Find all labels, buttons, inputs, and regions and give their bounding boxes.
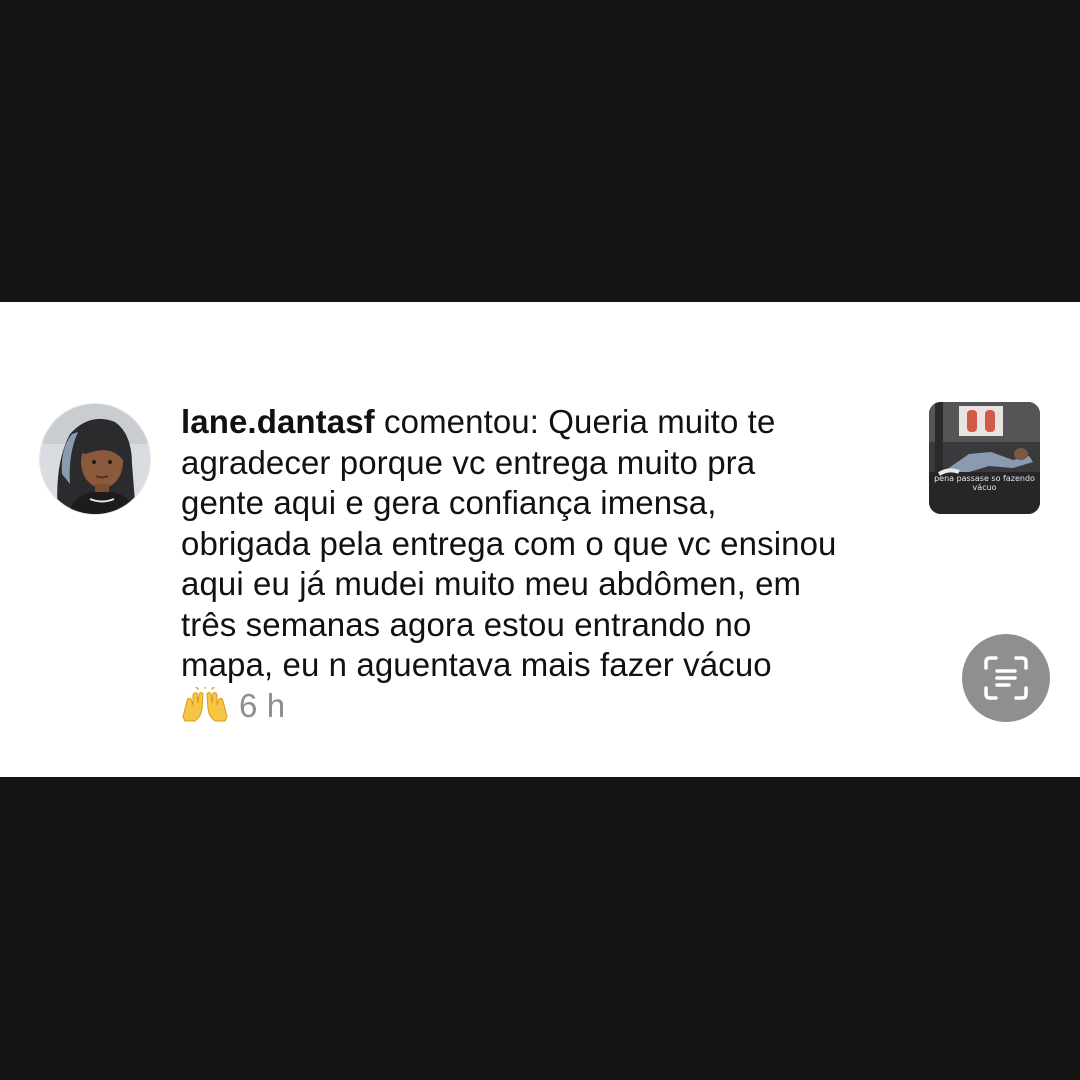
comment-line-1-text: comentou: Queria muito te — [374, 403, 776, 440]
scan-text-icon — [984, 656, 1028, 700]
thumbnail-caption: pena passase so fazendo vácuo — [934, 474, 1035, 492]
comment-line-6: três semanas agora estou entrando no — [181, 605, 752, 643]
raising-hands-emoji-icon — [181, 684, 229, 723]
comment-line-5: aqui eu já mudei muito meu abdômen, em — [181, 565, 802, 602]
username[interactable]: lane.dantasf — [181, 403, 375, 440]
comment-line-3: gente aqui e gera confiança imensa, — [181, 484, 717, 521]
comment-meta: 6 h — [181, 684, 911, 727]
comment-line-7: mapa, eu n aguentava mais fazer vácuo — [181, 646, 772, 683]
timestamp: 6 h — [239, 686, 286, 724]
post-thumbnail[interactable]: pena passase so fazendo vácuo — [929, 402, 1040, 514]
comment-notification[interactable]: lane.dantasf comentou: Queria muito te a… — [0, 302, 1080, 777]
user-avatar[interactable] — [40, 404, 150, 514]
post-thumbnail-image — [929, 402, 1040, 514]
comment-line-4: obrigada pela entrega com o que vc ensin… — [181, 524, 837, 562]
comment-line-1: lane.dantasf comentou: Queria muito te — [181, 402, 911, 443]
comment-line-2: agradecer porque vc entrega muito pra — [181, 443, 756, 481]
bottom-letterbox-bar — [0, 777, 1080, 1080]
avatar-photo — [40, 404, 150, 514]
top-letterbox-bar — [0, 0, 1080, 302]
comment-text: lane.dantasf comentou: Queria muito te a… — [181, 402, 911, 726]
scan-text-button[interactable] — [962, 634, 1050, 722]
